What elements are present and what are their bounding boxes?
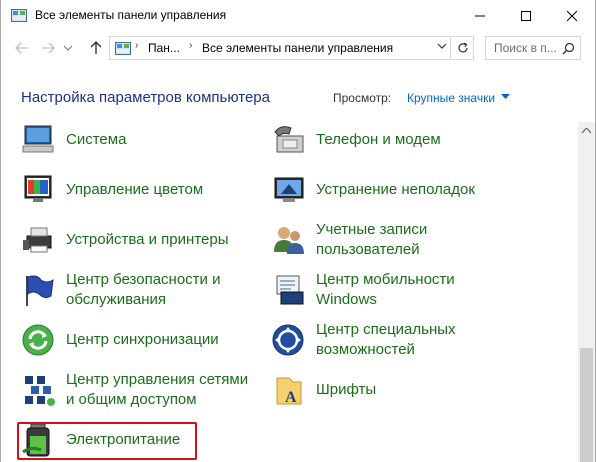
page-title: Настройка параметров компьютера bbox=[21, 89, 270, 106]
troubleshooting-icon[interactable] bbox=[271, 172, 307, 208]
minimize-icon bbox=[475, 15, 485, 17]
item-troubleshooting[interactable]: Устранение неполадок bbox=[316, 180, 475, 200]
search-box[interactable]: Поиск в п... bbox=[485, 36, 581, 60]
address-bar[interactable]: › Пан... › Все элементы панели управлени… bbox=[109, 36, 451, 60]
view-label: Просмотр: bbox=[333, 91, 392, 105]
power-options-highlight bbox=[17, 422, 197, 460]
close-button[interactable] bbox=[549, 0, 595, 32]
item-color-management[interactable]: Управление цветом bbox=[66, 180, 203, 200]
breadcrumb-separator-icon[interactable]: › bbox=[189, 40, 192, 51]
maximize-icon bbox=[521, 11, 531, 21]
item-ease-of-access[interactable]: Центр специальных bbox=[316, 320, 456, 340]
scroll-thumb[interactable] bbox=[580, 348, 593, 462]
item-mobility-center-line2[interactable]: Windows bbox=[316, 290, 377, 310]
breadcrumb-all-items[interactable]: Все элементы панели управления bbox=[202, 41, 393, 55]
refresh-button[interactable] bbox=[452, 36, 474, 60]
sync-center-icon[interactable] bbox=[21, 322, 57, 358]
arrow-left-icon bbox=[15, 42, 28, 54]
item-user-accounts-line2[interactable]: пользователей bbox=[316, 240, 420, 260]
item-network-sharing[interactable]: Центр управления сетями bbox=[66, 370, 248, 390]
color-management-icon[interactable] bbox=[21, 172, 57, 208]
recent-locations-button[interactable] bbox=[61, 37, 75, 59]
item-mobility-center[interactable]: Центр мобильности bbox=[316, 270, 455, 290]
minimize-button[interactable] bbox=[457, 0, 503, 32]
window-title: Все элементы панели управления bbox=[35, 8, 227, 22]
search-input[interactable]: Поиск в п... bbox=[494, 41, 557, 55]
navigation-bar: › Пан... › Все элементы панели управлени… bbox=[1, 33, 596, 63]
network-sharing-icon[interactable] bbox=[21, 372, 57, 408]
item-sync-center[interactable]: Центр синхронизации bbox=[66, 330, 219, 350]
security-maintenance-flag-icon[interactable] bbox=[21, 272, 57, 308]
scroll-up-icon bbox=[582, 127, 591, 133]
ease-of-access-icon[interactable] bbox=[271, 322, 307, 358]
up-button[interactable] bbox=[85, 37, 107, 59]
item-security-maintenance-line2[interactable]: обслуживания bbox=[66, 290, 166, 310]
svg-text:A: A bbox=[285, 389, 297, 406]
vertical-scrollbar[interactable] bbox=[578, 122, 595, 462]
chevron-down-icon bbox=[64, 45, 72, 51]
search-icon[interactable] bbox=[562, 42, 575, 55]
item-phone-modem[interactable]: Телефон и модем bbox=[316, 130, 441, 150]
item-user-accounts[interactable]: Учетные записи bbox=[316, 220, 427, 240]
breadcrumb-separator-icon[interactable]: › bbox=[135, 40, 138, 51]
control-panel-icon bbox=[115, 42, 131, 55]
item-security-maintenance[interactable]: Центр безопасности и bbox=[66, 270, 220, 290]
close-icon bbox=[567, 11, 577, 21]
forward-button[interactable] bbox=[37, 37, 59, 59]
maximize-button[interactable] bbox=[503, 0, 549, 32]
control-panel-window: Все элементы панели управления › Пан... … bbox=[0, 0, 596, 462]
chevron-down-icon bbox=[437, 43, 447, 49]
item-devices-printers[interactable]: Устройства и принтеры bbox=[66, 230, 228, 250]
arrow-right-icon bbox=[42, 42, 55, 54]
devices-printers-icon[interactable] bbox=[21, 222, 57, 258]
system-icon[interactable] bbox=[21, 122, 57, 158]
item-fonts[interactable]: Шрифты bbox=[316, 380, 376, 400]
phone-modem-icon[interactable] bbox=[271, 122, 307, 158]
item-network-sharing-line2[interactable]: и общим доступом bbox=[66, 390, 197, 410]
mobility-center-icon[interactable] bbox=[271, 272, 307, 308]
fonts-folder-icon[interactable]: A bbox=[271, 372, 307, 408]
dropdown-arrow-icon[interactable] bbox=[501, 94, 510, 100]
title-bar: Все элементы панели управления bbox=[1, 0, 596, 32]
address-history-button[interactable] bbox=[434, 38, 450, 58]
item-ease-of-access-line2[interactable]: возможностей bbox=[316, 340, 415, 360]
back-button[interactable] bbox=[11, 37, 33, 59]
user-accounts-icon[interactable] bbox=[271, 222, 307, 258]
refresh-icon bbox=[457, 42, 468, 53]
arrow-up-icon bbox=[90, 41, 102, 54]
control-panel-icon bbox=[11, 9, 27, 22]
scroll-up-button[interactable] bbox=[578, 122, 595, 139]
view-mode-dropdown[interactable]: Крупные значки bbox=[407, 91, 495, 105]
breadcrumb-control-panel[interactable]: Пан... bbox=[148, 41, 180, 55]
item-system[interactable]: Система bbox=[66, 130, 126, 150]
